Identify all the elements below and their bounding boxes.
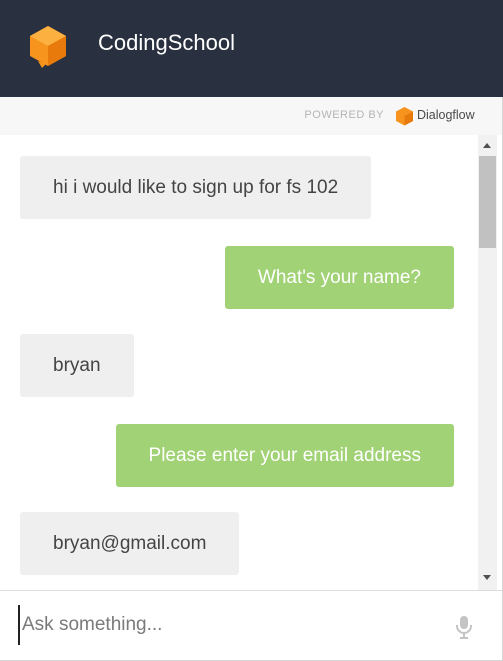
scroll-up-arrow-icon[interactable]	[483, 143, 491, 148]
dialogflow-icon	[396, 107, 413, 126]
chat-messages[interactable]: hi i would like to sign up for fs 102 Wh…	[0, 135, 478, 590]
app-title: CodingSchool	[98, 30, 235, 55]
powered-by-label: POWERED BY	[304, 109, 384, 121]
orange-cube-logo-icon	[30, 26, 66, 68]
scrollbar-thumb[interactable]	[479, 156, 496, 248]
header: CodingSchool	[0, 0, 503, 97]
bot-message: What's your name?	[224, 246, 454, 309]
ask-input[interactable]	[18, 605, 442, 645]
user-message: bryan	[20, 334, 134, 397]
bot-message: Please enter your email address	[115, 424, 454, 487]
chat-widget: CodingSchool POWERED BY Dialogflow hi i …	[0, 0, 503, 661]
scroll-down-arrow-icon[interactable]	[483, 575, 491, 580]
microphone-icon[interactable]	[455, 615, 473, 639]
vertical-scrollbar[interactable]	[478, 135, 497, 590]
user-message: bryan@gmail.com	[20, 512, 240, 575]
input-bar	[0, 590, 502, 660]
dialogflow-brand[interactable]: Dialogflow	[417, 108, 475, 122]
user-message: hi i would like to sign up for fs 102	[20, 156, 372, 219]
